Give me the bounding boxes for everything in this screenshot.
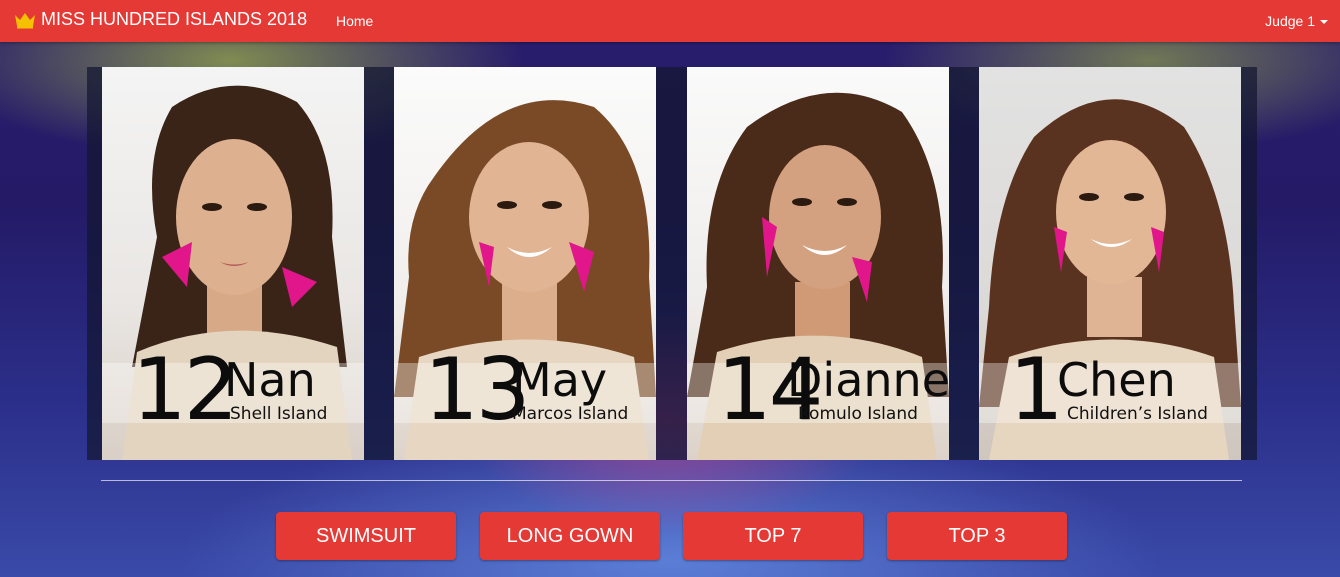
nav-home-link[interactable]: Home (336, 13, 373, 29)
candidate-island: Children’s Island (1067, 404, 1208, 424)
candidate-name: Chen (1057, 353, 1176, 407)
candidate-island: Shell Island (230, 404, 328, 424)
section-divider (101, 480, 1242, 481)
top-7-button[interactable]: TOP 7 (683, 512, 863, 560)
user-name: Judge 1 (1265, 13, 1315, 29)
candidate-card[interactable]: 1 Chen Children’s Island (979, 67, 1241, 460)
crown-icon (15, 12, 35, 28)
top-navbar: MISS HUNDRED ISLANDS 2018 Home Judge 1 (0, 0, 1340, 42)
candidate-island: Marcos Island (512, 404, 629, 424)
candidate-card[interactable]: 14 Dianne Romulo Island (687, 67, 949, 460)
brand-link[interactable]: MISS HUNDRED ISLANDS 2018 (14, 9, 307, 30)
candidate-name: May (512, 353, 608, 407)
candidate-name: Dianne (787, 353, 949, 407)
swimsuit-button[interactable]: SWIMSUIT (276, 512, 456, 560)
candidate-card[interactable]: 12 Nan Shell Island (102, 67, 364, 460)
candidate-number: 1 (1009, 340, 1064, 440)
candidate-number: 12 (132, 340, 238, 440)
candidate-name: Nan (224, 353, 316, 407)
candidate-card[interactable]: 13 May Marcos Island (394, 67, 656, 460)
top-3-button[interactable]: TOP 3 (887, 512, 1067, 560)
long-gown-button[interactable]: LONG GOWN (480, 512, 660, 560)
caret-down-icon (1320, 20, 1328, 24)
candidate-gallery: 12 Nan Shell Island 13 May Marcos Island (87, 67, 1257, 460)
brand-title: MISS HUNDRED ISLANDS 2018 (41, 9, 308, 29)
user-menu-dropdown[interactable]: Judge 1 (1265, 13, 1328, 29)
candidate-island: Romulo Island (798, 404, 918, 424)
